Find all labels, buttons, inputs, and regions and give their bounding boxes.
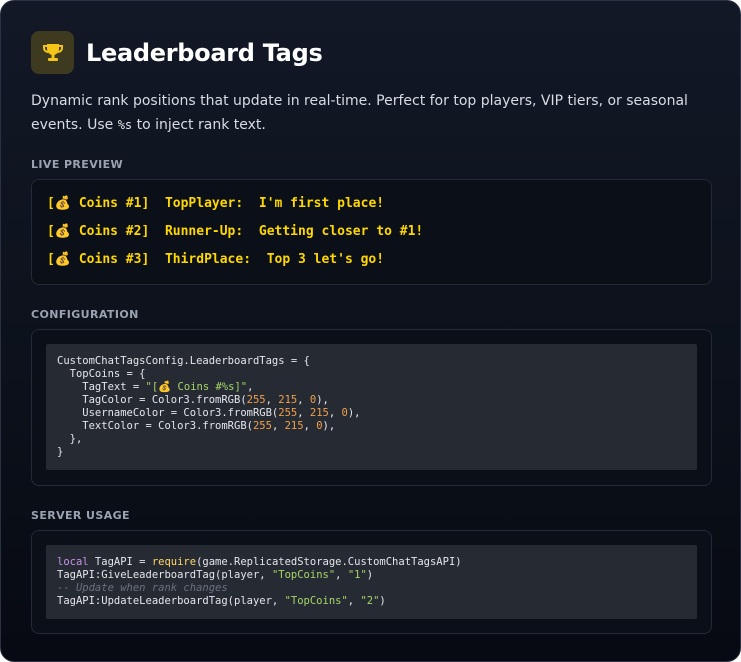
live-preview-panel: [💰 Coins #1] TopPlayer: I'm first place!… [31,179,712,285]
live-preview-label: LIVE PREVIEW [31,158,124,171]
preview-message: Getting closer to #1! [258,224,424,239]
code-line: UsernameColor = Color3.fromRGB(255, 215,… [57,407,361,419]
code-line: -- Update when rank changes [57,582,228,594]
configuration-code-block: CustomChatTagsConfig.LeaderboardTags = {… [46,344,697,470]
code-line: TagAPI:UpdateLeaderboardTag(player, "Top… [57,595,386,607]
preview-message: Top 3 let's go! [266,252,385,267]
code-line: TextColor = Color3.fromRGB(255, 215, 0), [57,420,336,432]
description-text-end: to inject rank text. [132,117,266,133]
preview-line: [💰 Coins #1] TopPlayer: I'm first place! [47,196,384,211]
configuration-panel: CustomChatTagsConfig.LeaderboardTags = {… [31,329,712,486]
preview-user: Runner-Up: [164,224,244,239]
code-line: TopCoins = { [57,368,146,380]
preview-tag: [💰 Coins #1] [47,196,150,211]
server-usage-panel: local TagAPI = require(game.ReplicatedSt… [31,530,712,634]
preview-message: I'm first place! [258,196,385,211]
page-title: Leaderboard Tags [86,38,323,67]
description: Dynamic rank positions that update in re… [31,89,716,137]
server-usage-code-block: local TagAPI = require(game.ReplicatedSt… [46,545,697,619]
leaderboard-tags-card: Leaderboard Tags Dynamic rank positions … [0,0,741,662]
trophy-icon [31,31,74,74]
preview-user: TopPlayer: [164,196,244,211]
code-line: TagAPI:GiveLeaderboardTag(player, "TopCo… [57,569,374,581]
preview-tag: [💰 Coins #3] [47,252,150,267]
server-usage-label: SERVER USAGE [31,509,130,522]
code-line: TagText = "[💰 Coins #%s]", [57,381,254,393]
code-line: } [57,446,64,458]
header: Leaderboard Tags [31,31,323,74]
code-line: TagColor = Color3.fromRGB(255, 215, 0), [57,394,329,406]
preview-user: ThirdPlace: [164,252,252,267]
configuration-label: CONFIGURATION [31,308,139,321]
preview-line: [💰 Coins #2] Runner-Up: Getting closer t… [47,224,423,239]
code-line: CustomChatTagsConfig.LeaderboardTags = { [57,355,310,367]
code-line: local TagAPI = require(game.ReplicatedSt… [57,556,462,568]
code-line: }, [57,433,83,445]
preview-line: [💰 Coins #3] ThirdPlace: Top 3 let's go! [47,252,384,267]
inline-code: %s [117,118,133,132]
preview-tag: [💰 Coins #2] [47,224,150,239]
